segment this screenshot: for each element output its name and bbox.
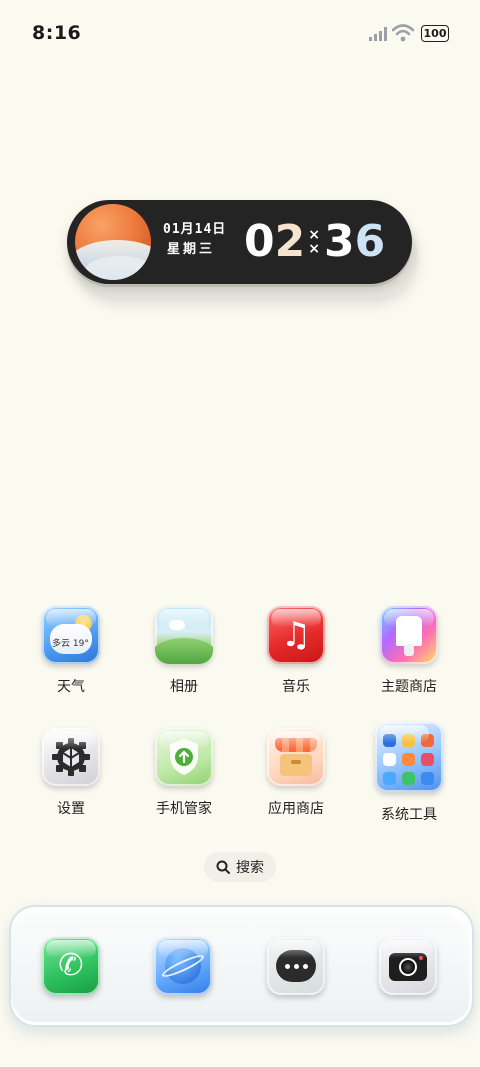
app-photos[interactable]: 相册 bbox=[134, 606, 234, 696]
search-label: 搜索 bbox=[236, 860, 264, 876]
gear-icon bbox=[42, 728, 100, 786]
app-music[interactable]: ♫ 音乐 bbox=[246, 606, 346, 696]
widget-time: 0 2 × × 3 6 bbox=[244, 212, 385, 272]
app-label: 相册 bbox=[170, 679, 198, 695]
app-label: 应用商店 bbox=[268, 801, 324, 817]
battery-level: 100 bbox=[423, 27, 447, 40]
folder-icon bbox=[375, 722, 443, 792]
weather-icon: 多云 19° bbox=[42, 606, 100, 664]
app-theme-store[interactable]: 主题商店 bbox=[359, 606, 459, 696]
app-label: 天气 bbox=[57, 679, 85, 695]
music-icon: ♫ bbox=[267, 606, 325, 664]
phone-icon[interactable]: ✆ bbox=[42, 937, 100, 995]
messages-icon[interactable] bbox=[267, 937, 325, 995]
app-security[interactable]: 手机管家 bbox=[134, 728, 234, 818]
app-label: 主题商店 bbox=[381, 679, 437, 695]
search-button[interactable]: 搜索 bbox=[204, 852, 276, 882]
folder-system-tools[interactable]: 系统工具 bbox=[359, 722, 459, 824]
widget-date: 01月14日 bbox=[163, 222, 227, 237]
photos-icon bbox=[155, 606, 213, 664]
hour-tens: 0 bbox=[244, 216, 275, 267]
widget-orb-icon bbox=[75, 204, 151, 280]
search-icon bbox=[216, 860, 230, 874]
hour-ones: 2 bbox=[274, 216, 306, 267]
app-settings[interactable]: 设置 bbox=[21, 728, 121, 818]
theme-store-icon bbox=[380, 606, 438, 664]
battery-icon: 100 bbox=[421, 25, 449, 42]
app-store[interactable]: 应用商店 bbox=[246, 728, 346, 818]
wifi-icon bbox=[392, 24, 414, 42]
widget-weekday: 星期三 bbox=[167, 242, 216, 257]
app-label: 设置 bbox=[57, 801, 85, 817]
widget-date-block: 01月14日 星期三 bbox=[163, 220, 226, 260]
app-weather[interactable]: 多云 19° 天气 bbox=[21, 606, 121, 696]
status-bar: 8:16 100 bbox=[0, 0, 480, 66]
weather-tile-text: 多云 19° bbox=[52, 639, 89, 649]
clock-widget[interactable]: 01月14日 星期三 0 2 × × 3 6 bbox=[67, 200, 412, 284]
browser-icon[interactable] bbox=[154, 937, 212, 995]
minute-ones: 6 bbox=[354, 216, 386, 267]
app-label: 手机管家 bbox=[156, 801, 212, 817]
status-time: 8:16 bbox=[32, 22, 82, 44]
minute-tens: 3 bbox=[323, 216, 355, 267]
signal-icon bbox=[369, 27, 387, 41]
shield-icon bbox=[155, 728, 213, 786]
store-icon bbox=[267, 728, 325, 786]
camera-icon[interactable] bbox=[379, 937, 437, 995]
time-separator: × × bbox=[308, 227, 320, 257]
app-label: 音乐 bbox=[282, 679, 310, 695]
app-label: 系统工具 bbox=[381, 807, 437, 823]
